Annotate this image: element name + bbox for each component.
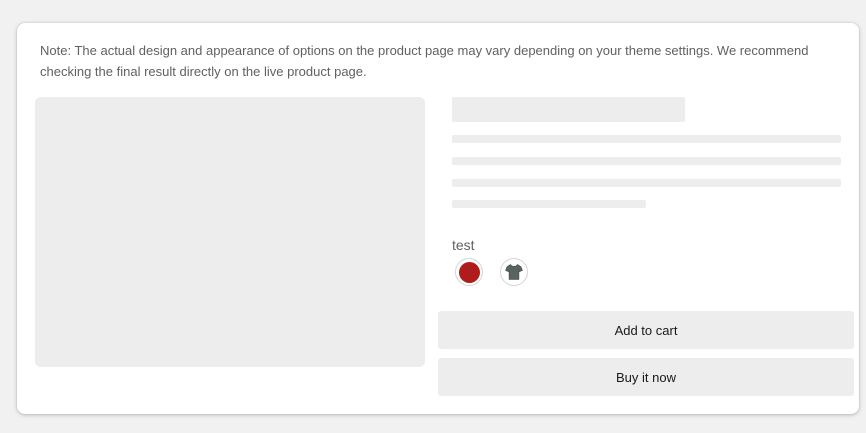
option-swatches	[455, 258, 528, 286]
description-placeholder-line	[452, 135, 841, 143]
preview-card: Note: The actual design and appearance o…	[17, 23, 859, 414]
option-label: test	[452, 237, 475, 253]
product-image-placeholder	[35, 97, 425, 367]
product-title-placeholder	[452, 97, 685, 122]
add-to-cart-button[interactable]: Add to cart	[438, 311, 854, 349]
preview-note: Note: The actual design and appearance o…	[40, 43, 809, 79]
description-placeholder-line	[452, 179, 841, 187]
swatch-color-fill	[458, 261, 480, 283]
description-placeholder-line	[452, 200, 646, 208]
swatch-red[interactable]	[455, 258, 483, 286]
description-placeholder-line	[452, 157, 841, 165]
swatch-shirt[interactable]	[500, 258, 528, 286]
tshirt-icon	[505, 264, 523, 280]
buy-it-now-button[interactable]: Buy it now	[438, 358, 854, 396]
